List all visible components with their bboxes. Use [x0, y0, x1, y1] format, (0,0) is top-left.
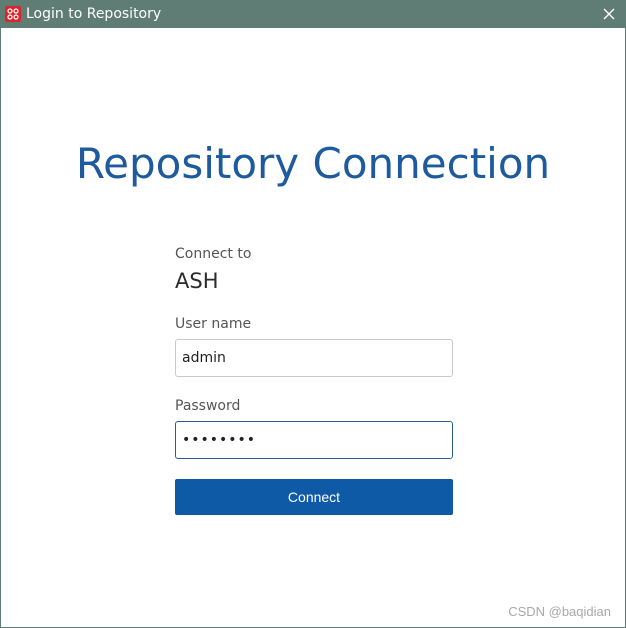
username-input[interactable]: [175, 339, 453, 377]
login-window: Login to Repository Repository Connectio…: [0, 0, 626, 628]
window-title: Login to Repository: [26, 6, 162, 22]
connect-to-label: Connect to: [175, 246, 252, 262]
app-logo-icon: [5, 6, 21, 22]
watermark: CSDN @baqidian: [508, 604, 611, 619]
username-label: User name: [175, 316, 252, 332]
page-heading: Repository Connection: [75, 139, 551, 188]
close-button[interactable]: [597, 3, 621, 25]
repository-name: ASH: [175, 269, 219, 293]
close-icon: [603, 8, 615, 20]
password-input[interactable]: [175, 421, 453, 459]
connect-button[interactable]: Connect: [175, 479, 453, 515]
password-label: Password: [175, 398, 241, 414]
title-bar[interactable]: Login to Repository: [1, 1, 625, 28]
